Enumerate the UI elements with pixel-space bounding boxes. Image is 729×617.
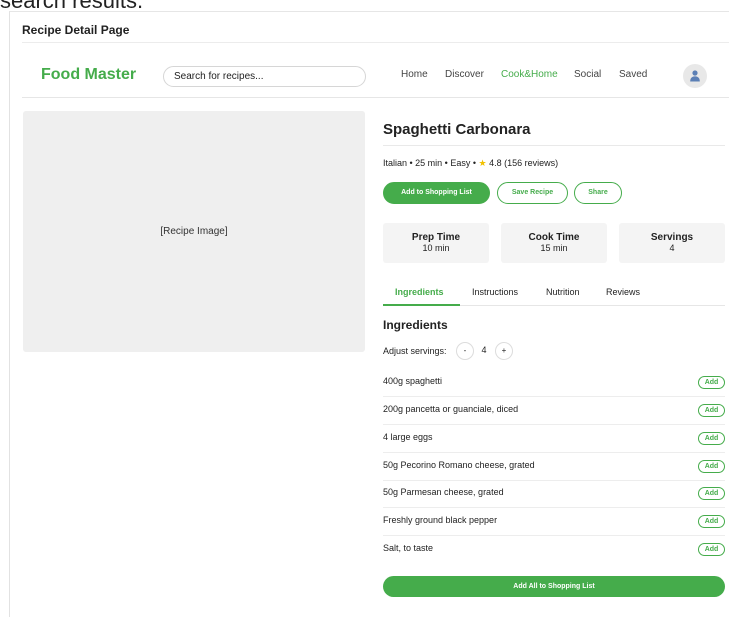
nav-link-social[interactable]: Social	[574, 69, 601, 80]
ingredient-name: 50g Pecorino Romano cheese, grated	[383, 460, 535, 470]
tab-nutrition[interactable]: Nutrition	[546, 287, 580, 297]
ingredient-row: 50g Parmesan cheese, grated Add	[383, 480, 725, 508]
stat-cook-time: Cook Time 15 min	[501, 223, 607, 263]
recipe-image-label: [Recipe Image]	[160, 226, 228, 237]
adjust-servings-label: Adjust servings:	[383, 346, 447, 356]
nav-link-home[interactable]: Home	[401, 69, 428, 80]
add-ingredient-button[interactable]: Add	[698, 487, 725, 500]
stat-label: Prep Time	[411, 232, 461, 243]
star-icon: ★	[478, 158, 487, 168]
search-input[interactable]	[163, 66, 366, 87]
meta-rating: 4.8 (156 reviews)	[486, 158, 559, 168]
ingredient-name: Salt, to taste	[383, 543, 434, 553]
brand-logo[interactable]: Food Master	[41, 66, 136, 84]
nav-link-cook-home[interactable]: Cook&Home	[501, 69, 558, 80]
ingredient-row: 50g Pecorino Romano cheese, grated Add	[383, 453, 725, 481]
servings-count: 4	[481, 345, 487, 355]
nav-link-saved[interactable]: Saved	[619, 69, 647, 80]
ingredient-name: Freshly ground black pepper	[383, 515, 498, 525]
user-icon	[690, 70, 700, 82]
divider	[22, 42, 729, 43]
ingredient-row: Salt, to taste Add	[383, 536, 725, 564]
ingredient-name: 4 large eggs	[383, 432, 433, 442]
recipe-title: Spaghetti Carbonara	[383, 121, 531, 138]
increase-servings-button[interactable]: +	[495, 342, 513, 360]
stat-value: 15 min	[540, 243, 568, 253]
ingredient-name: 50g Parmesan cheese, grated	[383, 487, 504, 497]
add-to-shopping-list-button[interactable]: Add to Shopping List	[383, 182, 490, 204]
cropped-caption: search results.	[0, 0, 144, 13]
top-navbar: Food Master Home Discover Cook&Home Soci…	[22, 58, 729, 98]
stat-value: 10 min	[422, 243, 450, 253]
tab-instructions[interactable]: Instructions	[472, 287, 518, 297]
decrease-servings-button[interactable]: -	[456, 342, 474, 360]
stat-label: Servings	[650, 232, 694, 243]
stat-label: Cook Time	[528, 232, 580, 243]
recipe-image-placeholder: [Recipe Image]	[23, 111, 365, 352]
ingredient-row: 200g pancetta or guanciale, diced Add	[383, 397, 725, 425]
tab-reviews[interactable]: Reviews	[606, 287, 640, 297]
ingredient-row: 4 large eggs Add	[383, 425, 725, 453]
add-ingredient-button[interactable]: Add	[698, 543, 725, 556]
meta-details: Italian • 25 min • Easy •	[383, 158, 479, 168]
page-label: Recipe Detail Page	[22, 23, 130, 37]
ingredients-heading: Ingredients	[383, 318, 448, 332]
add-ingredient-button[interactable]: Add	[698, 404, 725, 417]
nav-link-discover[interactable]: Discover	[445, 69, 484, 80]
stat-servings: Servings 4	[619, 223, 725, 263]
save-recipe-button[interactable]: Save Recipe	[497, 182, 568, 204]
share-button[interactable]: Share	[574, 182, 622, 204]
recipe-meta: Italian • 25 min • Easy • ★ 4.8 (156 rev…	[383, 158, 558, 169]
ingredient-row: 400g spaghetti Add	[383, 369, 725, 397]
ingredient-row: Freshly ground black pepper Add	[383, 508, 725, 536]
stat-value: 4	[669, 243, 675, 253]
add-ingredient-button[interactable]: Add	[698, 460, 725, 473]
add-ingredient-button[interactable]: Add	[698, 376, 725, 389]
stat-prep-time: Prep Time 10 min	[383, 223, 489, 263]
avatar[interactable]	[683, 64, 707, 88]
active-tab-indicator	[383, 304, 460, 306]
add-ingredient-button[interactable]: Add	[698, 432, 725, 445]
add-ingredient-button[interactable]: Add	[698, 515, 725, 528]
add-all-to-shopping-list-button[interactable]: Add All to Shopping List	[383, 576, 725, 597]
tab-ingredients[interactable]: Ingredients	[395, 287, 444, 297]
ingredient-name: 200g pancetta or guanciale, diced	[383, 404, 519, 414]
divider	[383, 145, 725, 146]
ingredient-name: 400g spaghetti	[383, 376, 443, 386]
